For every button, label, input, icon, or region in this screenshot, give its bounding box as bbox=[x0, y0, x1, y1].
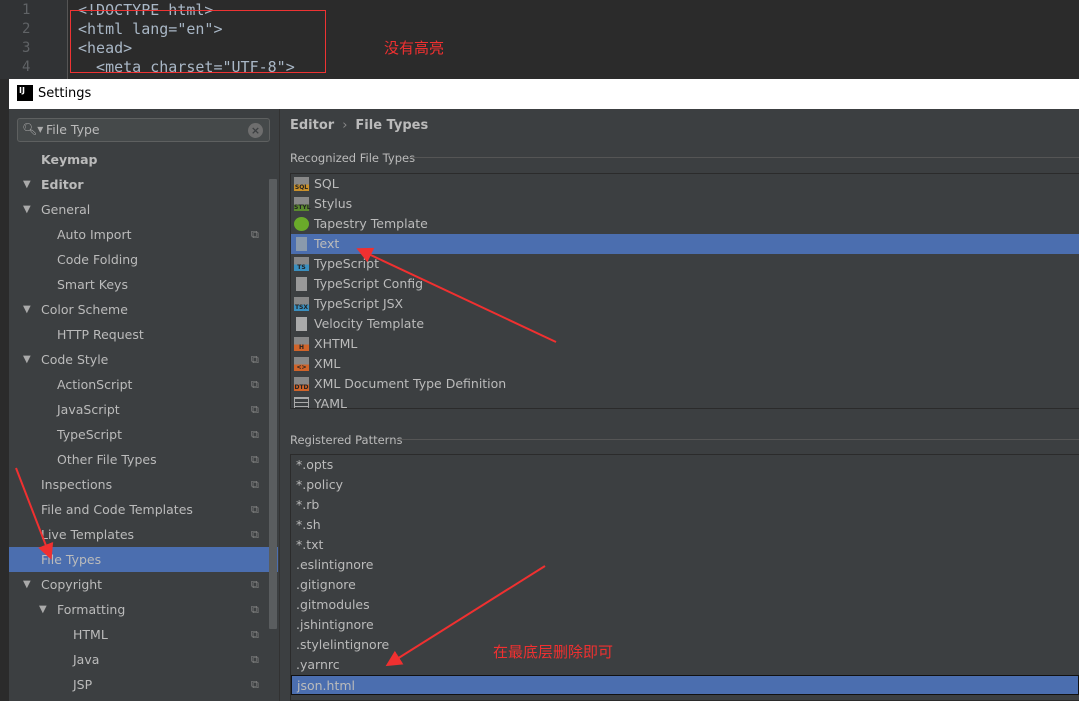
arrow-to-file-types bbox=[15, 467, 54, 560]
arrow-to-text bbox=[356, 247, 557, 343]
arrow-to-json-html bbox=[385, 565, 546, 667]
annotation-arrows bbox=[15, 247, 557, 667]
